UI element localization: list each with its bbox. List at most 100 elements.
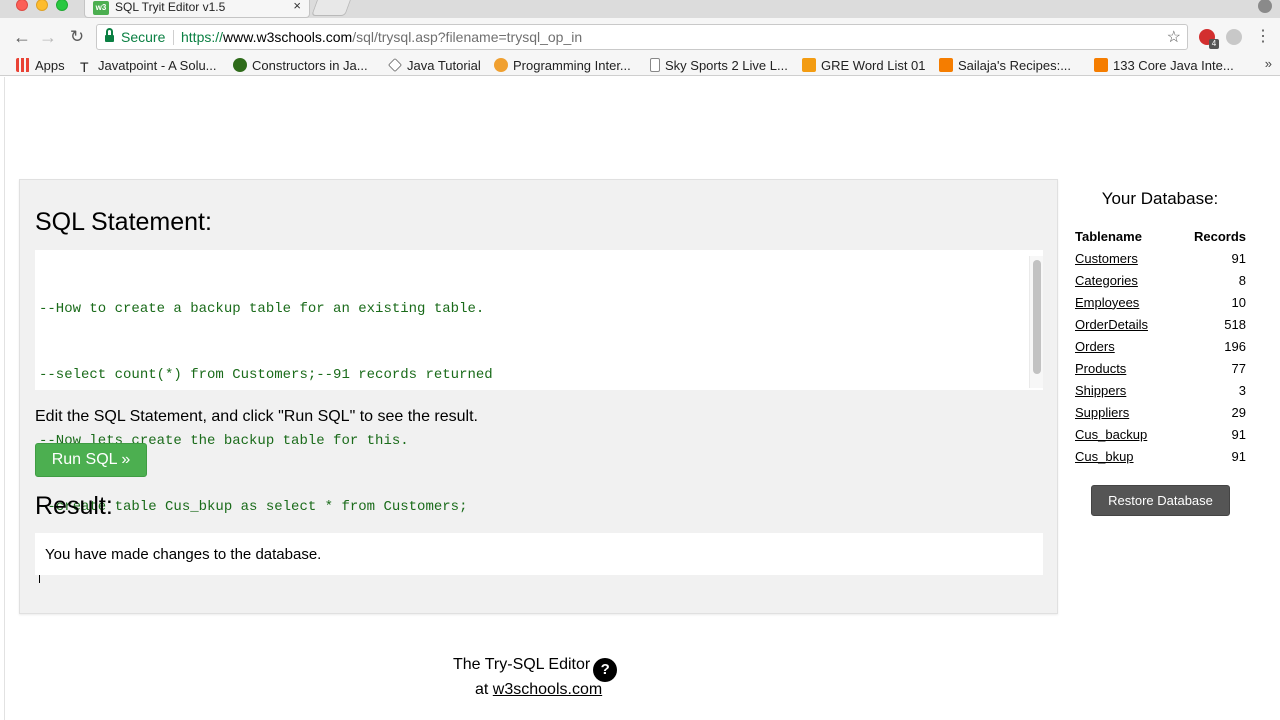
java-tutorial-icon <box>388 58 402 72</box>
close-window-icon[interactable] <box>16 0 28 11</box>
bookmark-java-tutorial[interactable]: Java Tutorial <box>388 57 481 75</box>
editor-scrollbar[interactable] <box>1029 256 1043 388</box>
blogger-icon <box>939 58 953 72</box>
table-name-cell: Products <box>1075 357 1175 379</box>
address-bar[interactable]: Secure https://www.w3schools.com/sql/try… <box>96 24 1188 50</box>
zoom-window-icon[interactable] <box>56 0 68 11</box>
run-sql-button[interactable]: Run SQL » <box>35 443 147 477</box>
sql-code-editor[interactable]: --How to create a backup table for an ex… <box>35 250 1043 583</box>
close-tab-icon[interactable]: × <box>293 0 301 13</box>
table-name-cell: OrderDetails <box>1075 313 1175 335</box>
record-count: 91 <box>1231 426 1246 442</box>
code-line: --select count(*) from Customers;--91 re… <box>39 367 493 383</box>
browser-toolbar: ← → ↻ Secure https://www.w3schools.com/s… <box>0 18 1280 56</box>
record-count: 91 <box>1231 448 1246 464</box>
sql-editor-panel: SQL Statement: --How to create a backup … <box>19 179 1058 614</box>
url-text[interactable]: https://www.w3schools.com/sql/trysql.asp… <box>181 29 582 45</box>
footer-prefix: at <box>475 681 489 698</box>
table-row: Shippers 3 <box>1075 379 1246 401</box>
blogger-icon <box>1094 58 1108 72</box>
bookmark-label: Java Tutorial <box>407 58 481 73</box>
database-table: Tablename Records Customers 91 Categories 8… <box>1075 225 1246 467</box>
bookmark-label: Sailaja's Recipes:... <box>958 58 1072 73</box>
reload-icon[interactable]: ↻ <box>67 27 87 47</box>
table-link[interactable]: Cus_bkup <box>1075 449 1134 464</box>
extension-icon-2[interactable] <box>1226 29 1242 45</box>
instructions-text: Edit the SQL Statement, and click "Run S… <box>35 408 478 425</box>
bookmark-core-java[interactable]: 133 Core Java Inte... <box>1094 57 1234 75</box>
table-link[interactable]: Shippers <box>1075 383 1126 398</box>
help-icon[interactable]: ? <box>593 658 618 682</box>
page-content: SQL Statement: --How to create a backup … <box>0 77 1280 720</box>
table-link[interactable]: Employees <box>1075 295 1139 310</box>
lock-icon <box>105 28 114 43</box>
back-arrow-icon[interactable]: ← <box>12 27 32 47</box>
tablename-header: Tablename <box>1075 228 1142 244</box>
page-icon <box>650 58 660 72</box>
bookmark-gre[interactable]: GRE Word List 01 <box>802 57 926 75</box>
programming-icon <box>494 58 508 72</box>
bookmark-apps[interactable]: Apps <box>16 57 65 75</box>
bookmarks-bar: Apps T Javatpoint - A Solu... Constructor… <box>0 56 1280 76</box>
table-row: Suppliers 29 <box>1075 401 1246 423</box>
bookmark-label: Sky Sports 2 Live L... <box>665 58 788 73</box>
table-row: Categories 8 <box>1075 269 1246 291</box>
tab-strip: w3 SQL Tryit Editor v1.5 × <box>0 0 1280 18</box>
bookmark-label: Javatpoint - A Solu... <box>98 58 217 73</box>
bookmarks-overflow-icon[interactable]: » <box>1265 56 1272 71</box>
table-row: OrderDetails 518 <box>1075 313 1246 335</box>
records-header: Records <box>1193 228 1246 244</box>
table-link[interactable]: Orders <box>1075 339 1115 354</box>
result-box: You have made changes to the database. <box>35 533 1043 575</box>
table-row: Customers 91 <box>1075 247 1246 269</box>
scrollbar-thumb[interactable] <box>1033 260 1041 374</box>
browser-tab[interactable]: w3 SQL Tryit Editor v1.5 × <box>84 0 310 18</box>
table-link[interactable]: Cus_backup <box>1075 427 1147 442</box>
record-count: 518 <box>1224 316 1246 332</box>
result-heading: Result: <box>35 492 113 520</box>
bookmark-constructors[interactable]: Constructors in Ja... <box>233 57 368 75</box>
record-count: 3 <box>1238 382 1246 398</box>
browser-menu-icon[interactable]: ⋮ <box>1255 27 1271 47</box>
forward-arrow-icon[interactable]: → <box>38 27 58 47</box>
new-tab-button[interactable] <box>311 0 351 16</box>
table-name-cell: Orders <box>1075 335 1175 357</box>
address-separator <box>173 30 174 45</box>
bookmark-label: Programming Inter... <box>513 58 631 73</box>
record-count: 91 <box>1231 250 1246 266</box>
footer-title-text: The Try-SQL Editor <box>453 656 591 673</box>
table-link[interactable]: Suppliers <box>1075 405 1129 420</box>
database-title: Your Database: <box>1101 189 1219 208</box>
table-link[interactable]: Products <box>1075 361 1126 376</box>
bookmark-javatpoint[interactable]: T Javatpoint - A Solu... <box>80 57 217 75</box>
w3schools-link[interactable]: w3schools.com <box>493 681 602 698</box>
apps-grid-icon <box>16 58 30 72</box>
profile-icon[interactable] <box>1258 0 1272 13</box>
table-row: Cus_backup 91 <box>1075 423 1246 445</box>
record-count: 77 <box>1231 360 1246 376</box>
extension-badge: 4 <box>1209 39 1219 49</box>
bookmark-sailaja[interactable]: Sailaja's Recipes:... <box>939 57 1071 75</box>
bookmark-star-icon[interactable]: ☆ <box>1167 27 1181 47</box>
bookmark-sky-sports[interactable]: Sky Sports 2 Live L... <box>650 57 788 75</box>
url-scheme: https:// <box>181 29 224 45</box>
table-name-cell: Categories <box>1075 269 1175 291</box>
minimize-window-icon[interactable] <box>36 0 48 11</box>
table-link[interactable]: OrderDetails <box>1075 317 1148 332</box>
restore-database-button[interactable]: Restore Database <box>1091 485 1230 516</box>
page-left-rule <box>4 77 5 720</box>
table-link[interactable]: Categories <box>1075 273 1138 288</box>
bookmark-label: Apps <box>35 58 65 73</box>
gre-icon <box>802 58 816 72</box>
table-link[interactable]: Customers <box>1075 251 1138 266</box>
record-count: 10 <box>1231 294 1246 310</box>
record-count: 8 <box>1238 272 1246 288</box>
table-name-cell: Cus_bkup <box>1075 445 1175 467</box>
tab-title: SQL Tryit Editor v1.5 <box>115 0 226 14</box>
table-name-cell: Cus_backup <box>1075 423 1175 445</box>
extension-icon[interactable]: 4 <box>1199 29 1219 49</box>
constructors-icon <box>233 58 247 72</box>
result-message: You have made changes to the database. <box>45 546 322 563</box>
bookmark-programming[interactable]: Programming Inter... <box>494 57 631 75</box>
table-row: Products 77 <box>1075 357 1246 379</box>
